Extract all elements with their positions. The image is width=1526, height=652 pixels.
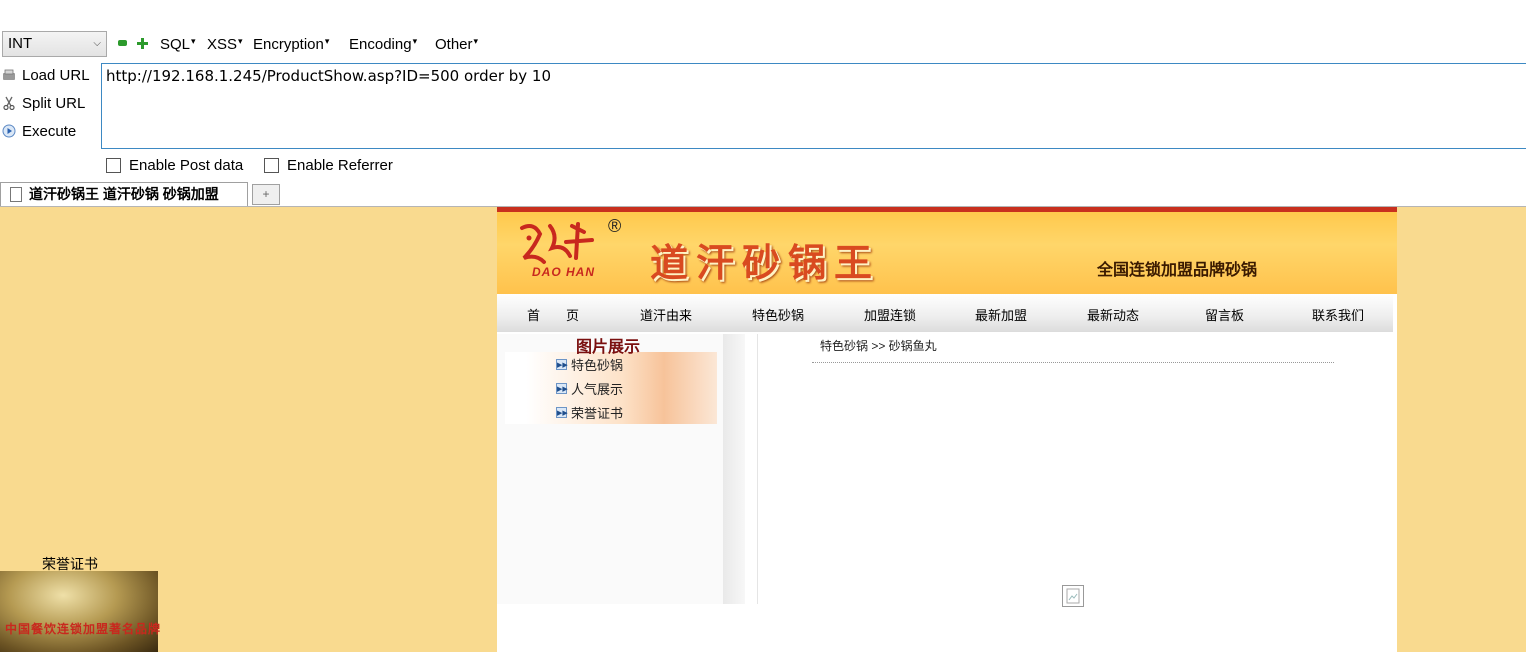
chevron-down-icon: ⌵	[93, 38, 101, 49]
type-select[interactable]: INT ⌵	[2, 31, 107, 57]
left-column-shadow	[723, 334, 745, 604]
honor-certificate-image[interactable]	[0, 571, 158, 652]
category-item-honors[interactable]: ▶▶ 荣誉证书	[556, 403, 623, 422]
category-label: 人气展示	[571, 382, 624, 397]
plus-icon[interactable]	[137, 36, 148, 49]
dropdown-icon: ▾	[324, 36, 330, 46]
breadcrumb-divider	[812, 362, 1334, 363]
enable-referrer-checkbox[interactable]: Enable Referrer	[264, 157, 393, 174]
dropdown-icon: ▾	[473, 36, 479, 46]
category-item-popular[interactable]: ▶▶ 人气展示	[556, 379, 623, 398]
logo-text: DAO HAN	[532, 265, 595, 279]
new-tab-button[interactable]: +	[252, 184, 280, 205]
category-item-special-pots[interactable]: ▶▶ 特色砂锅	[556, 355, 623, 374]
broken-image-icon	[1062, 585, 1084, 607]
execute-label: Execute	[22, 122, 77, 140]
split-url-button[interactable]: Split URL	[2, 90, 85, 116]
fast-forward-icon: ▶▶	[556, 383, 568, 394]
fast-forward-icon: ▶▶	[556, 407, 568, 418]
execute-button[interactable]: Execute	[2, 118, 76, 144]
type-select-value: INT	[8, 35, 33, 52]
nav-origin[interactable]: 道汗由来	[640, 305, 692, 324]
column-divider	[757, 334, 758, 604]
encryption-menu[interactable]: Encryption▾	[253, 36, 329, 53]
other-menu[interactable]: Other▾	[435, 36, 478, 53]
category-label: 荣誉证书	[571, 406, 624, 421]
breadcrumb: 特色砂锅 >> 砂锅鱼丸	[820, 339, 937, 353]
nav-message-board[interactable]: 留言板	[1205, 305, 1244, 324]
minus-icon[interactable]	[118, 40, 127, 46]
page-icon	[10, 187, 22, 202]
tab-title: 道汗砂锅王 道汗砂锅 砂锅加盟	[29, 186, 219, 202]
xss-menu[interactable]: XSS▾	[207, 36, 243, 53]
checkbox-box[interactable]	[106, 158, 121, 173]
sql-menu[interactable]: SQL▾	[160, 36, 196, 53]
enable-post-checkbox[interactable]: Enable Post data	[106, 157, 243, 174]
fast-forward-icon: ▶▶	[556, 359, 568, 370]
dropdown-icon: ▾	[412, 36, 418, 46]
honor-image-text: 中国餐饮连锁加盟著名品牌	[5, 622, 162, 636]
play-icon	[2, 124, 16, 138]
site-slogan: 全国连锁加盟品牌砂锅	[1097, 262, 1258, 279]
enable-referrer-label: Enable Referrer	[287, 157, 393, 174]
split-url-label: Split URL	[22, 94, 86, 112]
browser-tab[interactable]: 道汗砂锅王 道汗砂锅 砂锅加盟	[0, 182, 248, 206]
site-banner	[497, 207, 1397, 294]
encoding-menu[interactable]: Encoding▾	[349, 36, 417, 53]
nav-franchise[interactable]: 加盟连锁	[864, 305, 916, 324]
dropdown-icon: ▾	[238, 36, 243, 46]
load-url-label: Load URL	[22, 66, 90, 84]
nav-latest-join[interactable]: 最新加盟	[975, 305, 1027, 324]
site-nav	[497, 294, 1393, 332]
registered-mark: ®	[608, 216, 622, 236]
checkbox-box[interactable]	[264, 158, 279, 173]
scissors-icon	[2, 96, 16, 111]
category-title: 图片展示	[576, 337, 641, 356]
url-textarea[interactable]: http://192.168.1.245/ProductShow.asp?ID=…	[101, 63, 1526, 149]
load-url-button[interactable]: Load URL	[2, 62, 90, 88]
category-label: 特色砂锅	[571, 358, 624, 373]
enable-post-label: Enable Post data	[129, 157, 244, 174]
nav-contact[interactable]: 联系我们	[1312, 305, 1364, 324]
load-url-icon	[2, 68, 16, 82]
nav-special-pots[interactable]: 特色砂锅	[752, 305, 804, 324]
nav-latest-news[interactable]: 最新动态	[1087, 305, 1139, 324]
dropdown-icon: ▾	[191, 36, 196, 46]
nav-home[interactable]: 首 页	[527, 305, 579, 324]
site-title: 道汗砂锅王	[650, 240, 881, 285]
